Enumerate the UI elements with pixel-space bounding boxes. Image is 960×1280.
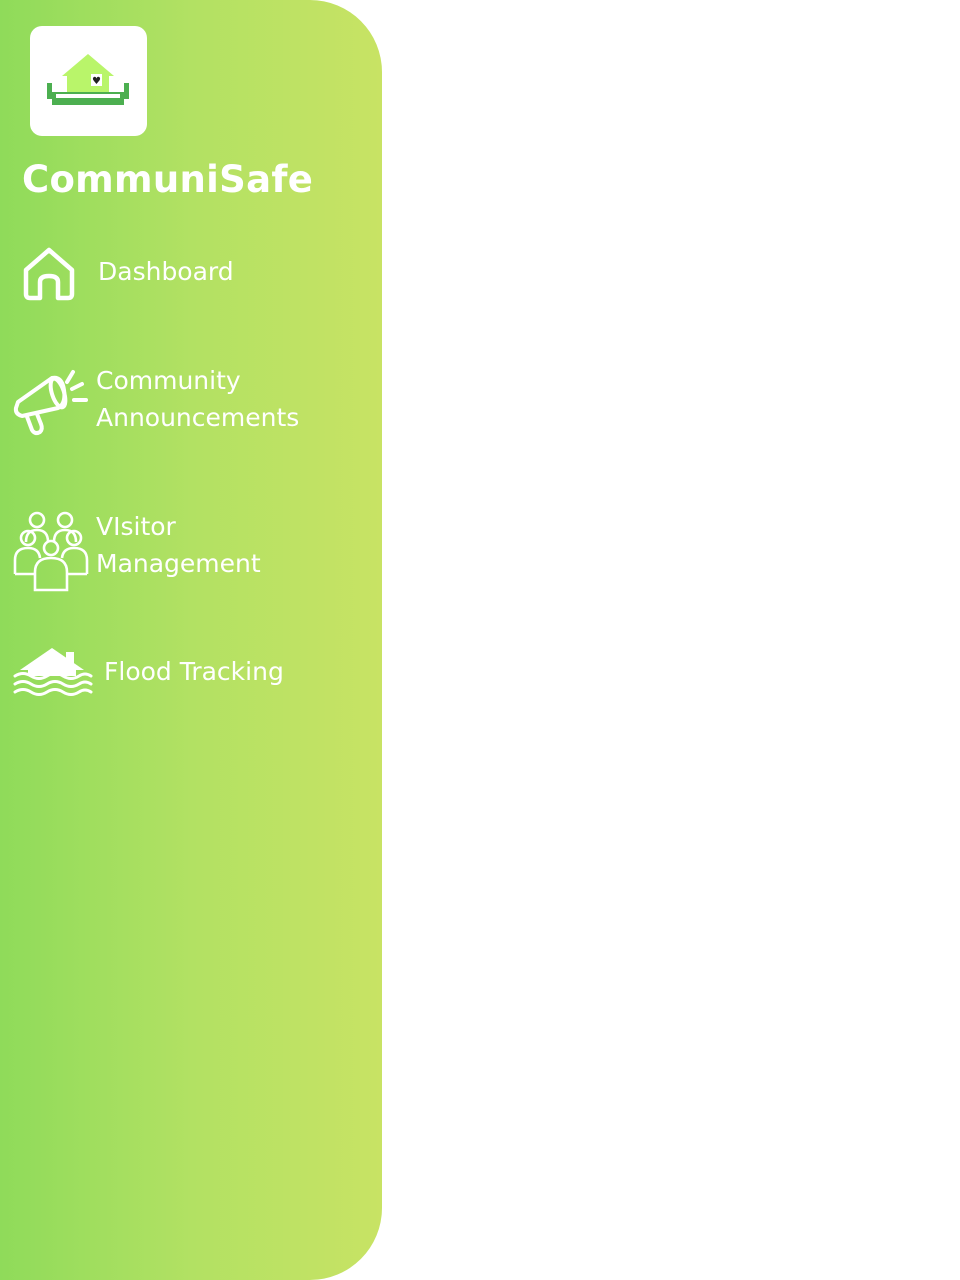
- sidebar-item-label: Dashboard: [98, 257, 234, 286]
- sidebar-item-community-announcements[interactable]: Community Announcements: [0, 360, 382, 440]
- megaphone-icon: [12, 364, 92, 440]
- sidebar-item-label: Community: [96, 366, 241, 395]
- sidebar: ♥ CommuniSafe Dashboard Community Announ…: [0, 0, 382, 1280]
- app-logo[interactable]: ♥: [30, 26, 147, 136]
- home-icon: [20, 244, 78, 306]
- sidebar-item-label: Announcements: [96, 403, 300, 432]
- app-title: CommuniSafe: [22, 158, 314, 201]
- main-content: [382, 0, 960, 1280]
- app-page: ♥ CommuniSafe Dashboard Community Announ…: [0, 0, 960, 1280]
- sidebar-item-dashboard[interactable]: Dashboard: [0, 240, 382, 304]
- svg-text:♥: ♥: [92, 76, 101, 87]
- sidebar-item-label: VIsitor: [96, 512, 176, 541]
- home-shelter-logo-icon: ♥: [47, 54, 129, 105]
- sidebar-item-flood-tracking[interactable]: Flood Tracking: [0, 644, 382, 700]
- sidebar-item-label: Flood Tracking: [104, 657, 284, 686]
- sidebar-item-visitor-management[interactable]: VIsitor Management: [0, 506, 382, 592]
- sidebar-item-label: Management: [96, 549, 261, 578]
- people-group-icon: [12, 508, 90, 596]
- flooded-house-icon: [12, 644, 94, 702]
